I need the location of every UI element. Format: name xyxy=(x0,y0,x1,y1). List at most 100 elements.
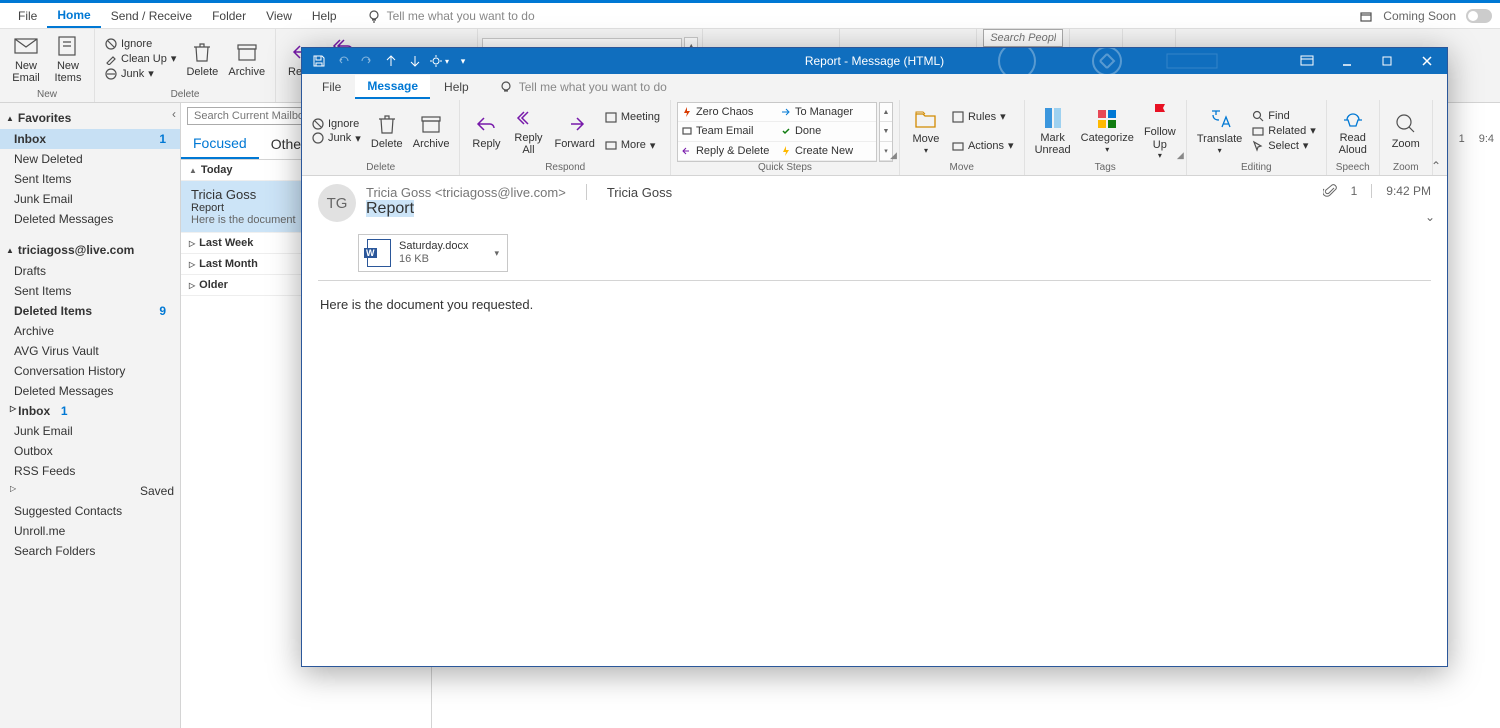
nav-sent[interactable]: Sent Items xyxy=(0,169,180,189)
qs-team-email[interactable]: Team Email xyxy=(678,122,777,141)
favorites-header[interactable]: ▲Favorites xyxy=(0,107,172,129)
prev-item-button[interactable] xyxy=(380,50,402,72)
nav-avg[interactable]: AVG Virus Vault xyxy=(0,341,180,361)
qs-done[interactable]: Done xyxy=(777,122,876,141)
popup-meeting-button[interactable]: Meeting xyxy=(601,110,664,124)
popup-tab-message[interactable]: Message xyxy=(355,75,430,99)
popup-ignore-button[interactable]: Ignore xyxy=(308,117,365,131)
ribbon-display-button[interactable] xyxy=(1287,48,1327,74)
undo-icon xyxy=(336,54,350,68)
nav-suggested[interactable]: Suggested Contacts xyxy=(0,501,180,521)
lightbulb-icon xyxy=(499,80,513,94)
nav-outbox[interactable]: Outbox xyxy=(0,441,180,461)
popup-translate-button[interactable]: Translate▾ xyxy=(1193,105,1246,156)
nav-search-folders[interactable]: Search Folders xyxy=(0,541,180,561)
maximize-button[interactable] xyxy=(1367,48,1407,74)
nav-deleted-items[interactable]: Deleted Items9 xyxy=(0,301,180,321)
close-button[interactable] xyxy=(1407,48,1447,74)
popup-rules-button[interactable]: Rules ▾ xyxy=(948,109,1018,124)
qs-create-new[interactable]: Create New xyxy=(777,142,876,161)
quick-steps-gallery[interactable]: Zero Chaos To Manager Team Email Done Re… xyxy=(677,102,877,162)
nav-deleted-msgs2[interactable]: Deleted Messages xyxy=(0,381,180,401)
tab-view[interactable]: View xyxy=(256,5,302,27)
tab-help[interactable]: Help xyxy=(302,5,347,27)
tab-file[interactable]: File xyxy=(8,5,47,27)
new-email-button[interactable]: New Email xyxy=(6,32,46,86)
redo-button[interactable] xyxy=(356,50,378,72)
nav-archive[interactable]: Archive xyxy=(0,321,180,341)
nav-new-deleted[interactable]: New Deleted xyxy=(0,149,180,169)
nav-deleted-msgs[interactable]: Deleted Messages xyxy=(0,209,180,229)
popup-mark-unread-button[interactable]: Mark Unread xyxy=(1031,104,1075,158)
nav-unroll[interactable]: Unroll.me xyxy=(0,521,180,541)
qat-more-button[interactable]: ▾ xyxy=(428,50,450,72)
status-count: 1 xyxy=(1459,133,1465,145)
popup-select-button[interactable]: Select ▾ xyxy=(1248,138,1319,153)
popup-titlebar[interactable]: ▾ ▾ Report - Message (HTML) xyxy=(302,48,1447,74)
expand-header-button[interactable]: ⌄ xyxy=(1425,210,1435,224)
search-people-input[interactable] xyxy=(983,29,1063,47)
nav-drafts[interactable]: Drafts xyxy=(0,261,180,281)
qs-reply-delete[interactable]: Reply & Delete xyxy=(678,142,777,161)
popup-related-button[interactable]: Related ▾ xyxy=(1248,123,1319,138)
cleanup-label: Clean Up xyxy=(121,53,167,65)
nav-inbox[interactable]: Inbox1 xyxy=(0,129,180,149)
popup-junk-button[interactable]: Junk ▾ xyxy=(308,131,365,146)
popup-reply-all-button[interactable]: Reply All xyxy=(508,104,548,158)
new-items-button[interactable]: New Items xyxy=(48,32,88,86)
popup-tab-help[interactable]: Help xyxy=(432,76,481,98)
nav-junk2[interactable]: Junk Email xyxy=(0,421,180,441)
popup-actions-button[interactable]: Actions ▾ xyxy=(948,138,1018,153)
tab-folder[interactable]: Folder xyxy=(202,5,256,27)
trash-icon xyxy=(375,112,399,136)
cleanup-button[interactable]: Clean Up ▾ xyxy=(101,51,180,66)
tell-me-search[interactable]: Tell me what you want to do xyxy=(367,9,535,23)
qs-dialog-launcher[interactable]: ◢ xyxy=(890,150,897,161)
popup-zoom-button[interactable]: Zoom xyxy=(1386,110,1426,152)
tab-focused[interactable]: Focused xyxy=(181,129,259,159)
qs-to-manager[interactable]: To Manager xyxy=(777,103,876,122)
junk-button[interactable]: Junk ▾ xyxy=(101,66,180,81)
archive-button[interactable]: Archive xyxy=(224,38,269,80)
tab-send-receive[interactable]: Send / Receive xyxy=(101,5,202,27)
popup-read-aloud-button[interactable]: Read Aloud xyxy=(1333,104,1373,158)
popup-archive-button[interactable]: Archive xyxy=(409,110,454,152)
account-header[interactable]: ▲triciagoss@live.com xyxy=(0,239,180,261)
tell-me-label: Tell me what you want to do xyxy=(387,9,535,23)
popup-tell-me[interactable]: Tell me what you want to do xyxy=(499,80,667,94)
nav-junk[interactable]: Junk Email xyxy=(0,189,180,209)
popup-more-button[interactable]: More ▾ xyxy=(601,138,664,153)
coming-soon-toggle[interactable] xyxy=(1466,9,1492,23)
message-time: 9:42 PM xyxy=(1386,184,1431,198)
delete-button[interactable]: Delete xyxy=(182,38,222,80)
sender-avatar[interactable]: TG xyxy=(318,184,356,222)
nav-conv-history[interactable]: Conversation History xyxy=(0,361,180,381)
tab-home[interactable]: Home xyxy=(47,4,100,28)
popup-categorize-button[interactable]: Categorize▾ xyxy=(1077,106,1138,155)
undo-button[interactable] xyxy=(332,50,354,72)
coming-soon-label[interactable]: Coming Soon xyxy=(1383,9,1456,23)
ignore-button[interactable]: Ignore xyxy=(101,37,180,51)
popup-followup-button[interactable]: Follow Up▾ xyxy=(1140,100,1180,161)
nav-inbox2[interactable]: ▷Inbox 1 xyxy=(0,401,180,421)
qs-zero-chaos[interactable]: Zero Chaos xyxy=(678,103,777,122)
nav-saved[interactable]: ▷Saved xyxy=(0,481,180,501)
next-item-button[interactable] xyxy=(404,50,426,72)
attachment-dropdown[interactable]: ▾ xyxy=(494,248,499,259)
collapse-nav-icon[interactable]: ‹ xyxy=(172,107,176,121)
save-button[interactable] xyxy=(308,50,330,72)
popup-reply-button[interactable]: Reply xyxy=(466,110,506,152)
popup-delete-button[interactable]: Delete xyxy=(367,110,407,152)
popup-tab-file[interactable]: File xyxy=(310,76,353,98)
popup-move-button[interactable]: Move▾ xyxy=(906,105,946,156)
attachment-item[interactable]: Saturday.docx 16 KB ▾ xyxy=(358,234,508,272)
qat-customize-button[interactable]: ▾ xyxy=(452,50,474,72)
popup-forward-button[interactable]: Forward xyxy=(550,110,598,152)
nav-rss[interactable]: RSS Feeds xyxy=(0,461,180,481)
collapse-ribbon-button[interactable]: ⌃ xyxy=(1431,159,1441,173)
tags-dialog-launcher[interactable]: ◢ xyxy=(1177,150,1184,161)
minimize-button[interactable] xyxy=(1327,48,1367,74)
word-file-icon xyxy=(367,239,391,267)
popup-find-button[interactable]: Find xyxy=(1248,109,1319,123)
nav-sent2[interactable]: Sent Items xyxy=(0,281,180,301)
